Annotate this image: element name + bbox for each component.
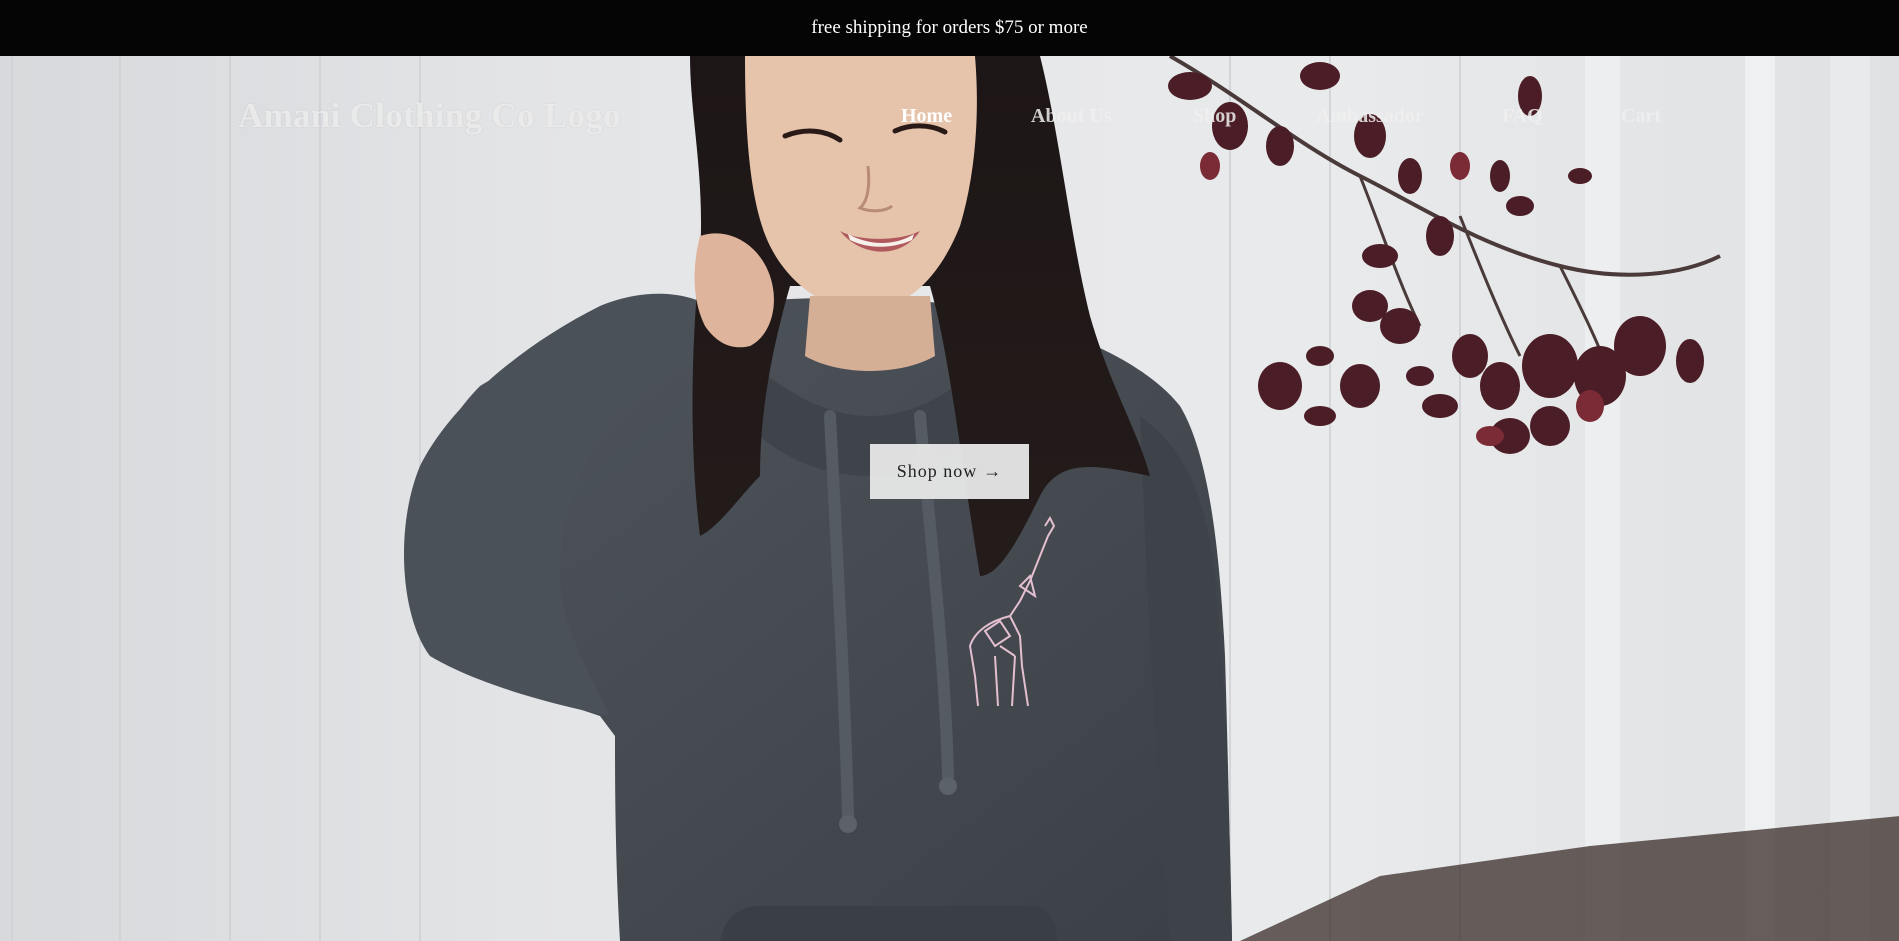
announcement-text: free shipping for orders $75 or more [811, 17, 1088, 38]
shop-now-button[interactable]: Shop now → [870, 444, 1029, 499]
arrow-right-icon: → [983, 461, 1003, 481]
announcement-bar: free shipping for orders $75 or more [0, 0, 1899, 56]
shop-now-label: Shop now [896, 461, 978, 481]
nav-shop-link[interactable]: Shop [1193, 105, 1236, 128]
nav-home-link[interactable]: Home [901, 105, 952, 128]
main-nav: Home About Us Shop Ambassador FAQ Cart [0, 105, 1899, 135]
nav-cart-link[interactable]: Cart [1621, 105, 1661, 128]
site-header: Amani Clothing Co Logo Home About Us Sho… [0, 56, 1899, 176]
nav-ambassador-link[interactable]: Ambassador [1316, 105, 1424, 128]
nav-faq-link[interactable]: FAQ [1502, 105, 1543, 128]
nav-about-us-link[interactable]: About Us [1031, 105, 1112, 128]
